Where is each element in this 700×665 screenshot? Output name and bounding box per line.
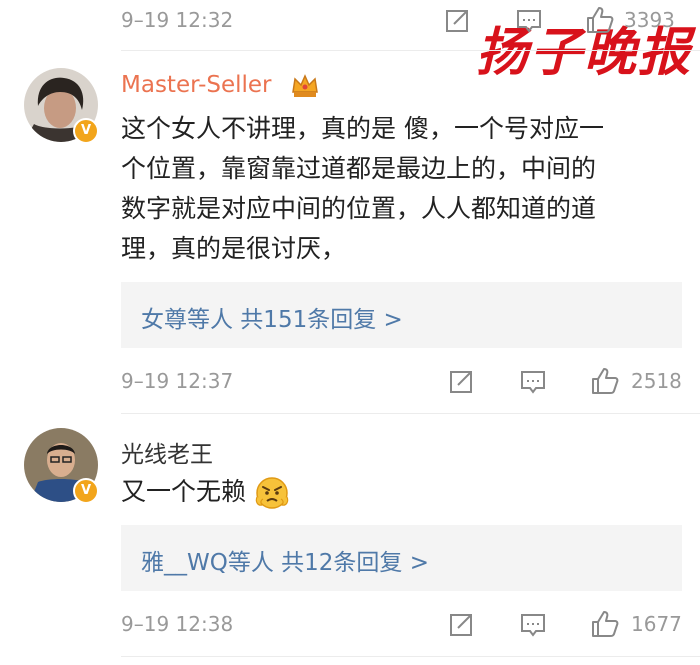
divider	[121, 413, 700, 414]
share-icon[interactable]	[442, 4, 474, 36]
comment-meta-row: 9–19 12:32 3393	[0, 0, 700, 40]
username[interactable]: Master-Seller	[121, 72, 272, 98]
comment-time: 9–19 12:32	[121, 8, 234, 32]
like-icon[interactable]	[589, 365, 621, 397]
reply-summary[interactable]: 女尊等人 共151条回复 >	[121, 282, 682, 348]
comment-time: 9–19 12:37	[121, 369, 234, 393]
like-count: 3393	[624, 8, 675, 32]
share-icon[interactable]	[446, 608, 478, 640]
comment-time: 9–19 12:38	[121, 612, 234, 636]
crown-icon	[292, 74, 318, 97]
like-count: 1677	[631, 612, 682, 636]
reply-summary-text[interactable]: 雅__WQ等人 共12条回复 >	[141, 543, 429, 577]
divider	[121, 656, 700, 657]
reply-summary-text[interactable]: 女尊等人 共151条回复 >	[141, 300, 403, 334]
comment-text: 又一个无赖	[121, 472, 681, 512]
like-count: 2518	[631, 369, 682, 393]
angry-face-emoji	[255, 477, 289, 509]
like-icon[interactable]	[584, 4, 616, 36]
comment-icon[interactable]	[513, 4, 545, 36]
divider	[121, 50, 700, 51]
share-icon[interactable]	[446, 365, 478, 397]
verified-badge: V	[73, 478, 99, 504]
verified-badge: V	[73, 118, 99, 144]
username[interactable]: 光线老王	[121, 435, 213, 469]
comment-meta-row: 9–19 12:38 1677	[0, 604, 700, 644]
comment-icon[interactable]	[517, 365, 549, 397]
comment-meta-row: 9–19 12:37 2518	[0, 361, 700, 401]
comment-icon[interactable]	[517, 608, 549, 640]
comment-text: 这个女人不讲理，真的是 傻，一个号对应一 个位置，靠窗靠过道都是最边上的，中间的…	[121, 114, 604, 263]
reply-summary[interactable]: 雅__WQ等人 共12条回复 >	[121, 525, 682, 591]
like-icon[interactable]	[589, 608, 621, 640]
